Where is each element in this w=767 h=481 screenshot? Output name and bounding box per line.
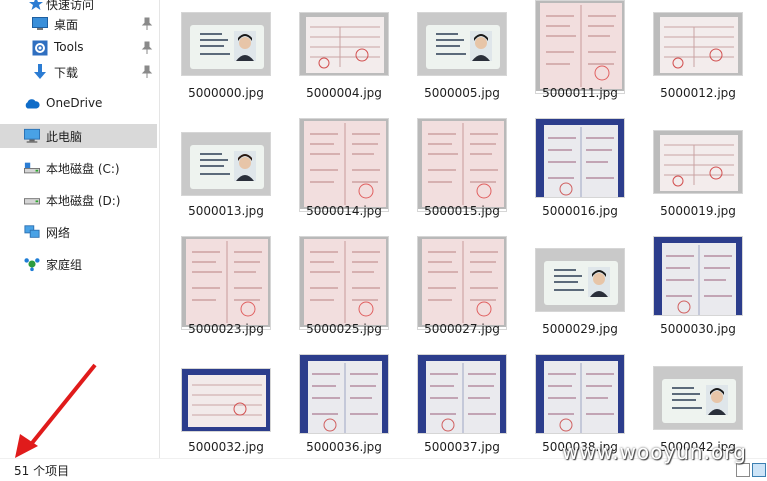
nav-item-desktop[interactable]: 桌面 <box>0 12 157 36</box>
file-item[interactable]: 5000030.jpg <box>644 236 752 354</box>
nav-label: 本地磁盘 (C:) <box>46 162 120 176</box>
file-thumbnail[interactable] <box>653 12 743 76</box>
file-name[interactable]: 5000015.jpg <box>408 204 516 218</box>
download-icon <box>32 64 48 80</box>
file-name[interactable]: 5000014.jpg <box>290 204 398 218</box>
network-icon <box>24 224 40 240</box>
file-item[interactable]: 5000037.jpg <box>408 354 516 458</box>
file-name[interactable]: 5000004.jpg <box>290 86 398 100</box>
watermark: www.wooyun.org <box>562 440 747 464</box>
details-view-icon[interactable] <box>736 463 750 477</box>
nav-label: 此电脑 <box>46 130 83 144</box>
file-item[interactable]: 5000005.jpg <box>408 0 516 118</box>
item-count: 51 个项目 <box>14 464 70 478</box>
file-name[interactable]: 5000030.jpg <box>644 322 752 336</box>
file-name[interactable]: 5000016.jpg <box>526 204 634 218</box>
file-thumbnail[interactable] <box>535 0 625 94</box>
nav-item-this-pc[interactable]: 此电脑 <box>0 124 157 148</box>
file-grid: 5000000.jpg 5000004.jpg 5000005.jpg 5000011… <box>160 0 767 458</box>
file-item[interactable]: 5000015.jpg <box>408 118 516 236</box>
annotation-arrow-icon <box>15 363 97 458</box>
drive-d-icon <box>24 192 40 208</box>
file-thumbnail[interactable] <box>299 118 389 212</box>
file-name[interactable]: 5000005.jpg <box>408 86 516 100</box>
nav-label: Tools <box>54 40 84 54</box>
file-item[interactable]: 5000023.jpg <box>172 236 280 354</box>
nav-item-network[interactable]: 网络 <box>0 220 157 244</box>
file-thumbnail[interactable] <box>417 236 507 330</box>
file-name[interactable]: 5000027.jpg <box>408 322 516 336</box>
file-thumbnail[interactable] <box>181 368 271 432</box>
file-name[interactable]: 5000000.jpg <box>172 86 280 100</box>
file-item[interactable]: 5000004.jpg <box>290 0 398 118</box>
file-name[interactable]: 5000013.jpg <box>172 204 280 218</box>
file-name[interactable]: 5000019.jpg <box>644 204 752 218</box>
file-name[interactable]: 5000036.jpg <box>290 440 398 454</box>
nav-label: OneDrive <box>46 96 103 110</box>
file-item[interactable]: 5000032.jpg <box>172 354 280 458</box>
gear-icon <box>32 40 48 56</box>
nav-label: 本地磁盘 (D:) <box>46 194 121 208</box>
nav-item-onedrive[interactable]: OneDrive <box>0 92 157 116</box>
file-thumbnail[interactable] <box>417 354 507 434</box>
file-name[interactable]: 5000023.jpg <box>172 322 280 336</box>
file-name[interactable]: 5000032.jpg <box>172 440 280 454</box>
file-thumbnail[interactable] <box>299 12 389 76</box>
file-name[interactable]: 5000037.jpg <box>408 440 516 454</box>
file-thumbnail[interactable] <box>181 236 271 330</box>
thumbnail-view-icon[interactable] <box>752 463 766 477</box>
nav-item-drive-d[interactable]: 本地磁盘 (D:) <box>0 188 157 212</box>
nav-item-downloads[interactable]: 下载 <box>0 60 157 84</box>
file-thumbnail[interactable] <box>299 236 389 330</box>
file-item[interactable]: 5000012.jpg <box>644 0 752 118</box>
file-item[interactable]: 5000019.jpg <box>644 118 752 236</box>
nav-label: 家庭组 <box>46 258 83 272</box>
nav-label: 桌面 <box>54 18 79 32</box>
file-item[interactable]: 5000027.jpg <box>408 236 516 354</box>
file-item[interactable]: 5000036.jpg <box>290 354 398 458</box>
file-name[interactable]: 5000025.jpg <box>290 322 398 336</box>
cloud-icon <box>24 96 40 112</box>
homegroup-icon <box>24 256 40 272</box>
file-item[interactable]: 5000029.jpg <box>526 236 634 354</box>
file-item[interactable]: 5000014.jpg <box>290 118 398 236</box>
pin-icon[interactable] <box>141 17 153 31</box>
file-thumbnail[interactable] <box>653 130 743 194</box>
file-thumbnail[interactable] <box>653 236 743 316</box>
file-item[interactable]: 5000013.jpg <box>172 118 280 236</box>
nav-item-tools[interactable]: Tools <box>0 36 157 60</box>
file-name[interactable]: 5000011.jpg <box>526 86 634 100</box>
file-thumbnail[interactable] <box>535 118 625 198</box>
file-thumbnail[interactable] <box>653 366 743 430</box>
file-name[interactable]: 5000012.jpg <box>644 86 752 100</box>
nav-item-homegroup[interactable]: 家庭组 <box>0 252 157 276</box>
file-name[interactable]: 5000029.jpg <box>526 322 634 336</box>
file-thumbnail[interactable] <box>417 118 507 212</box>
nav-label: 网络 <box>46 226 71 240</box>
file-thumbnail[interactable] <box>535 354 625 434</box>
file-item[interactable]: 5000025.jpg <box>290 236 398 354</box>
nav-item-drive-c[interactable]: 本地磁盘 (C:) <box>0 156 157 180</box>
drive-c-icon <box>24 160 40 176</box>
file-thumbnail[interactable] <box>535 248 625 312</box>
file-thumbnail[interactable] <box>417 12 507 76</box>
file-item[interactable]: 5000016.jpg <box>526 118 634 236</box>
file-thumbnail[interactable] <box>181 132 271 196</box>
file-item[interactable]: 5000011.jpg <box>526 0 634 118</box>
computer-icon <box>24 128 40 144</box>
star-icon <box>28 0 44 12</box>
file-thumbnail[interactable] <box>299 354 389 434</box>
file-item[interactable]: 5000000.jpg <box>172 0 280 118</box>
desktop-icon <box>32 16 48 32</box>
pin-icon[interactable] <box>141 41 153 55</box>
file-thumbnail[interactable] <box>181 12 271 76</box>
pin-icon[interactable] <box>141 65 153 79</box>
nav-label: 下载 <box>54 66 79 80</box>
